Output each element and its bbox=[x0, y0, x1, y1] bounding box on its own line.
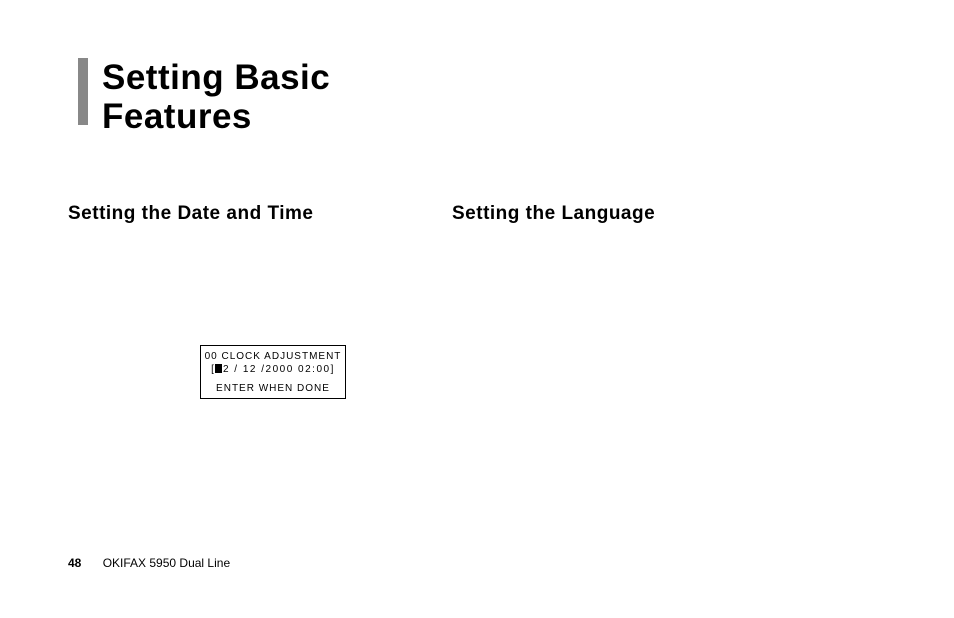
lcd-line-3: ENTER WHEN DONE bbox=[203, 382, 343, 395]
lcd-line-1: 00 CLOCK ADJUSTMENT bbox=[203, 350, 343, 363]
page-number: 48 bbox=[68, 556, 81, 570]
title-line-1: Setting Basic bbox=[102, 58, 330, 97]
chapter-title-block: Setting Basic Features bbox=[78, 58, 330, 136]
title-accent-bar bbox=[78, 58, 88, 125]
section-heading-language: Setting the Language bbox=[452, 203, 655, 225]
lcd-display: 00 CLOCK ADJUSTMENT [2 / 12 /2000 02:00]… bbox=[200, 345, 346, 399]
title-line-2: Features bbox=[102, 97, 252, 136]
document-page: Setting Basic Features Setting the Date … bbox=[0, 0, 954, 618]
lcd-date-value: 2 / 12 /2000 02:00] bbox=[223, 364, 335, 375]
page-footer: 48 OKIFAX 5950 Dual Line bbox=[68, 556, 230, 570]
cursor-icon bbox=[215, 364, 222, 373]
chapter-title: Setting Basic Features bbox=[102, 58, 330, 136]
section-heading-date-time: Setting the Date and Time bbox=[68, 203, 313, 225]
lcd-line-2: [2 / 12 /2000 02:00] bbox=[203, 363, 343, 376]
product-name: OKIFAX 5950 Dual Line bbox=[103, 556, 230, 570]
